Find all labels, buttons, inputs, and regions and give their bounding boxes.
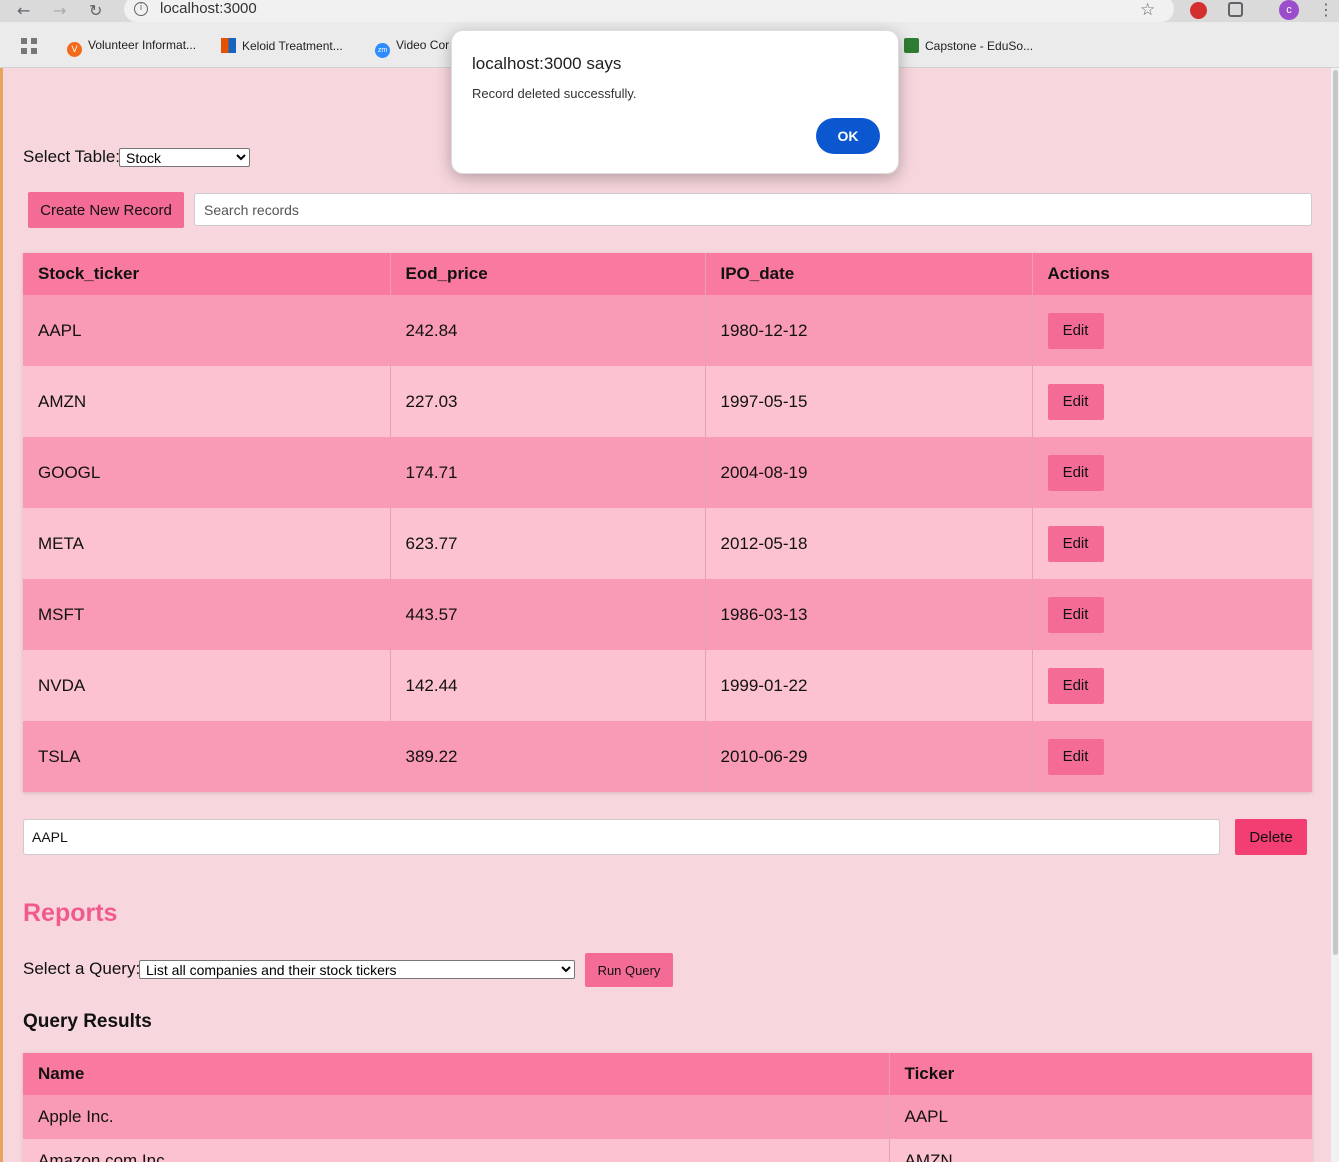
scrollbar-thumb[interactable] [1333,70,1338,955]
run-query-button[interactable]: Run Query [585,953,673,987]
table-cell: Amazon.com Inc. [23,1139,890,1162]
bookmark-star-icon[interactable]: ☆ [1140,0,1155,20]
apps-grid-icon[interactable] [21,38,37,54]
edit-button[interactable]: Edit [1047,525,1104,562]
table-cell: 623.77 [390,508,706,579]
table-row: AAPL 242.84 1980-12-12 Edit [23,295,1312,366]
table-cell: TSLA [23,721,391,792]
query-select[interactable]: List all companies and their stock ticke… [139,960,575,979]
table-row: GOOGL 174.71 2004-08-19 Edit [23,437,1312,508]
table-cell: MSFT [23,579,391,650]
table-select[interactable]: Stock [119,148,250,167]
delete-button[interactable]: Delete [1235,819,1307,855]
table-cell: 1986-03-13 [705,579,1033,650]
dialog-title: localhost:3000 says [472,54,622,73]
table-cell: AAPL [23,295,391,366]
back-arrow-icon[interactable]: ← [17,1,30,20]
table-cell: GOOGL [23,437,391,508]
site-info-icon[interactable]: i [134,2,148,16]
column-header[interactable]: Eod_price [390,253,706,295]
table-cell: 174.71 [390,437,706,508]
search-input[interactable] [194,193,1312,226]
table-cell: 2004-08-19 [705,437,1033,508]
table-cell: 1980-12-12 [705,295,1033,366]
address-bar[interactable]: i localhost:3000 [124,0,1174,22]
actions-cell: Edit [1032,295,1312,366]
dialog-message: Record deleted successfully. [472,86,637,101]
bookmark-favicon-icon: zm [375,43,390,58]
table-cell: Apple Inc. [23,1095,890,1139]
browser-menu-icon[interactable]: ⋮ [1318,0,1334,19]
edit-button[interactable]: Edit [1047,596,1104,633]
reports-title: Reports [23,899,118,927]
forward-arrow-icon[interactable]: → [53,1,66,20]
actions-cell: Edit [1032,508,1312,579]
table-row: Apple Inc. AAPL [23,1095,1312,1139]
table-row: META 623.77 2012-05-18 Edit [23,508,1312,579]
ok-button[interactable]: OK [816,118,880,154]
query-select-label: Select a Query: [23,959,141,978]
table-row: AMZN 227.03 1997-05-15 Edit [23,366,1312,437]
actions-cell: Edit [1032,721,1312,792]
table-cell: 443.57 [390,579,706,650]
create-record-button[interactable]: Create New Record [28,192,184,228]
actions-cell: Edit [1032,437,1312,508]
table-cell: 227.03 [390,366,706,437]
url-text: localhost:3000 [160,0,257,17]
query-results-title: Query Results [23,1011,152,1032]
table-row: MSFT 443.57 1986-03-13 Edit [23,579,1312,650]
bookmark-favicon-icon [221,38,236,53]
bookmark-label: Video Cor [396,38,450,52]
browser-toolbar: ← → ↻ i localhost:3000 ☆ c ⋮ [0,0,1339,22]
edit-button[interactable]: Edit [1047,738,1104,775]
table-cell: 389.22 [390,721,706,792]
edit-button[interactable]: Edit [1047,312,1104,349]
column-header[interactable]: Name [23,1053,890,1095]
table-cell: 2010-06-29 [705,721,1033,792]
select-table-label: Select Table: [23,147,121,166]
bookmark-item[interactable]: Capstone - EduSo... [904,38,1033,53]
table-cell: AMZN [23,366,391,437]
bookmark-item[interactable]: Keloid Treatment... [221,38,343,53]
table-cell: NVDA [23,650,391,721]
table-cell: 242.84 [390,295,706,366]
reload-icon[interactable]: ↻ [89,1,102,20]
table-cell: 1997-05-15 [705,366,1033,437]
edit-button[interactable]: Edit [1047,667,1104,704]
actions-cell: Edit [1032,650,1312,721]
bookmark-favicon-icon: V [67,42,82,57]
edit-button[interactable]: Edit [1047,454,1104,491]
column-header[interactable]: IPO_date [705,253,1033,295]
table-row: Amazon.com Inc. AMZN [23,1139,1312,1162]
bookmark-item[interactable]: zm Video Cor [375,38,449,58]
table-cell: 1999-01-22 [705,650,1033,721]
delete-ticker-input[interactable] [23,819,1220,855]
results-table: Name Ticker Apple Inc. AAPL Amazon.com Inc… [23,1053,1312,1162]
edit-button[interactable]: Edit [1047,383,1104,420]
profile-avatar[interactable]: c [1279,0,1299,20]
column-header: Actions [1032,253,1312,295]
table-row: TSLA 389.22 2010-06-29 Edit [23,721,1312,792]
table-cell: AAPL [889,1095,1312,1139]
bookmark-item[interactable]: V Volunteer Informat... [67,38,196,57]
stock-table: Stock_ticker Eod_price IPO_date Actions … [23,253,1312,792]
bookmark-label: Volunteer Informat... [88,38,197,52]
table-cell: META [23,508,391,579]
bookmark-label: Keloid Treatment... [242,39,343,53]
table-cell: AMZN [889,1139,1312,1162]
alert-dialog: localhost:3000 says Record deleted succe… [451,30,899,174]
table-row: NVDA 142.44 1999-01-22 Edit [23,650,1312,721]
actions-cell: Edit [1032,366,1312,437]
bookmark-label: Capstone - EduSo... [925,39,1034,53]
extension-icon[interactable] [1190,2,1207,19]
window-edge [0,68,3,1162]
column-header[interactable]: Ticker [889,1053,1312,1095]
extensions-puzzle-icon[interactable] [1228,2,1243,17]
table-cell: 2012-05-18 [705,508,1033,579]
table-cell: 142.44 [390,650,706,721]
bookmark-favicon-icon [904,38,919,53]
actions-cell: Edit [1032,579,1312,650]
column-header[interactable]: Stock_ticker [23,253,391,295]
